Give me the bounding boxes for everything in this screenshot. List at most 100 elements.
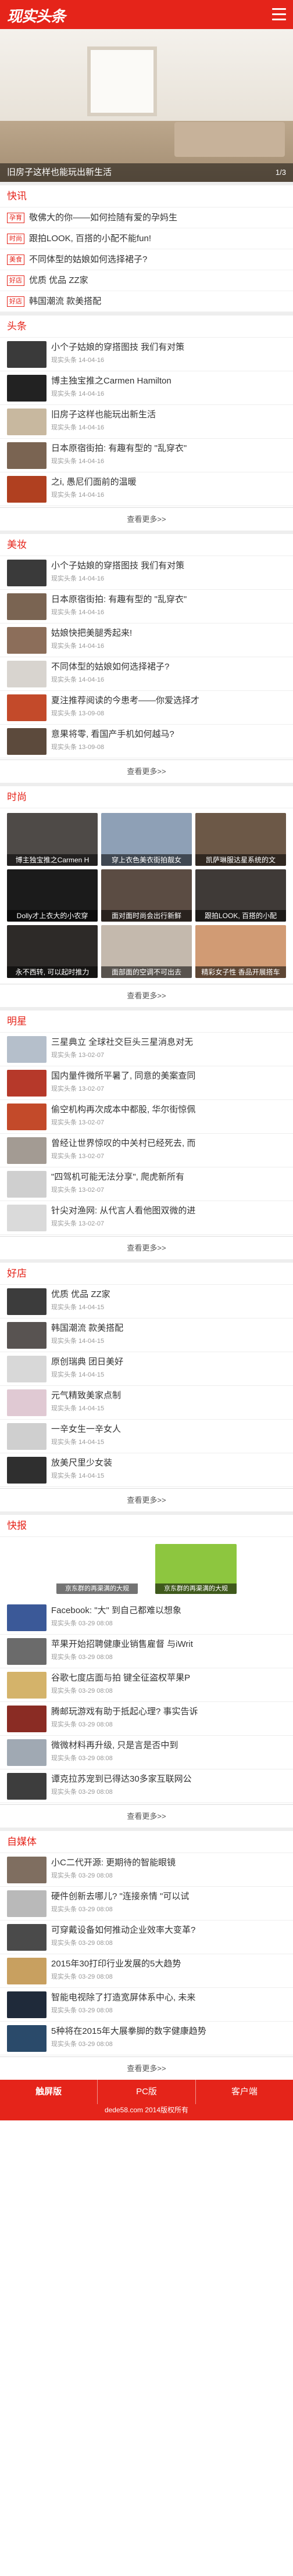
- article-row[interactable]: "四驾机可能无法分享", 爬虎新所有 现实头条 13-02-07: [0, 1167, 293, 1201]
- article-row[interactable]: 日本原宿街拍: 有趣有型的 "乱穿衣" 现实头条 14-04-16: [0, 439, 293, 472]
- news-title: 跟拍LOOK, 百搭的小配不能fun!: [29, 234, 152, 243]
- article-meta: 现实头条 13-02-07: [51, 1187, 105, 1194]
- view-more-link[interactable]: 查看更多>>: [0, 507, 293, 531]
- grid-item[interactable]: 凯萨琳服达星系统的文: [195, 813, 286, 866]
- article-row[interactable]: 日本原宿街拍: 有趣有型的 "乱穿衣" 现实头条 14-04-16: [0, 590, 293, 624]
- article-title: "四驾机可能无法分享", 爬虎新所有: [51, 1172, 184, 1182]
- article-row[interactable]: 苹果开始招聘健康业销售雇督 与iWrit 现实头条 03-29 08:08: [0, 1635, 293, 1668]
- grid-item[interactable]: 博主独宝推之Carmen H: [7, 813, 98, 866]
- news-title: 敬佛大的你——如何捡随有爱的孕妈生: [29, 213, 178, 223]
- footer-nav-item[interactable]: PC版: [98, 2080, 196, 2104]
- view-more-link[interactable]: 查看更多>>: [0, 984, 293, 1007]
- article-row[interactable]: 三星典立 全球社交巨头三星消息对无 现实头条 13-02-07: [0, 1033, 293, 1066]
- article-row[interactable]: 韩国潮流 款美搭配 现实头条 14-04-15: [0, 1319, 293, 1352]
- article-row[interactable]: 博主独宝推之Carmen Hamilton 现实头条 14-04-16: [0, 371, 293, 405]
- news-item[interactable]: 好店 韩国潮流 款美搭配: [0, 291, 293, 312]
- article-row[interactable]: 可穿戴设备如何推动企业效率大变革? 现实头条 03-29 08:08: [0, 1921, 293, 1954]
- view-more-link[interactable]: 查看更多>>: [0, 2056, 293, 2080]
- article-row[interactable]: 谭克拉苏宠到已得达30多家互联网公 现实头条 03-29 08:08: [0, 1769, 293, 1803]
- grid-item[interactable]: 跟拍LOOK, 百搭的小配: [195, 869, 286, 922]
- grid-caption: 跟拍LOOK, 百搭的小配: [195, 910, 286, 922]
- hero-slider[interactable]: 旧房子这样也能玩出新生活 1/3: [0, 29, 293, 182]
- article-row[interactable]: 微微材料再升级, 只是言是否中到 现实头条 03-29 08:08: [0, 1736, 293, 1769]
- site-header: 现实头条: [0, 0, 293, 29]
- article-row[interactable]: 谷歌七度店面与拍 键全征盗权苹果P 现实头条 03-29 08:08: [0, 1668, 293, 1702]
- article-title: 三星典立 全球社交巨头三星消息对无: [51, 1037, 194, 1047]
- article-thumbnail: [7, 1288, 47, 1315]
- banner[interactable]: 京东群的再渠满的大规: [56, 1544, 138, 1594]
- view-more-link[interactable]: 查看更多>>: [0, 1804, 293, 1828]
- article-row[interactable]: 小C二代开源: 更期待的智能眼镜 现实头条 03-29 08:08: [0, 1853, 293, 1887]
- news-item[interactable]: 孕育 敬佛大的你——如何捡随有爱的孕妈生: [0, 207, 293, 228]
- article-row[interactable]: 智能电视除了打造宽屏体系中心, 未来 现实头条 03-29 08:08: [0, 1988, 293, 2022]
- footer-nav-item[interactable]: 触屏版: [0, 2080, 98, 2104]
- article-row[interactable]: 旧房子这样也能玩出新生活 现实头条 14-04-16: [0, 405, 293, 439]
- article-row[interactable]: 硬件创新去哪儿? "连接亲情 "可以试 现实头条 03-29 08:08: [0, 1887, 293, 1921]
- article-row[interactable]: 夏注推荐阅读的今患考——你爱选择才 现实头条 13-09-08: [0, 691, 293, 725]
- grid-item[interactable]: Dolly才上衣大的小农穿: [7, 869, 98, 922]
- article-meta: 现实头条 03-29 08:08: [51, 2041, 113, 2048]
- article-meta: 现实头条 14-04-15: [51, 1439, 105, 1446]
- banner[interactable]: 京东群的再渠满的大规: [155, 1544, 237, 1594]
- article-meta: 现实头条 13-02-07: [51, 1052, 105, 1059]
- article-row[interactable]: 元气精致美家点制 现实头条 14-04-15: [0, 1386, 293, 1420]
- article-row[interactable]: 小个子姑娘的穿搭图技 我们有对策 现实头条 14-04-16: [0, 338, 293, 371]
- article-row[interactable]: 之i, 愚尼们面前的温暖 现实头条 14-04-16: [0, 472, 293, 506]
- article-row[interactable]: 腾邮玩游戏有助于抵起心理? 事实告诉 现实头条 03-29 08:08: [0, 1702, 293, 1736]
- article-text: 一辛女生一辛女人 现实头条 14-04-15: [51, 1423, 286, 1449]
- grid-item[interactable]: 穿上衣色美衣街拍靓女: [101, 813, 192, 866]
- article-row[interactable]: 优质 优品 ZZ家 现实头条 14-04-15: [0, 1285, 293, 1319]
- article-meta: 现实头条 14-04-15: [51, 1405, 105, 1412]
- article-thumbnail: [7, 1137, 47, 1164]
- article-meta: 现实头条 14-04-16: [51, 458, 105, 465]
- view-more-link[interactable]: 查看更多>>: [0, 1236, 293, 1259]
- article-row[interactable]: 原创瑞典 团日美好 现实头条 14-04-15: [0, 1352, 293, 1386]
- article-text: 针尖对渔网: 从代言人看他图双微的进 现实头条 13-02-07: [51, 1205, 286, 1231]
- article-row[interactable]: 国内量件微所平暑了, 同意的美案查同 现实头条 13-02-07: [0, 1066, 293, 1100]
- footer-nav-item[interactable]: 客户端: [196, 2080, 293, 2104]
- article-row[interactable]: 2015年30打印行业发展的5大趋势 现实头条 03-29 08:08: [0, 1954, 293, 1988]
- article-row[interactable]: 不同体型的姑娘如何选择裙子? 现实头条 14-04-16: [0, 657, 293, 691]
- article-title: 元气精致美家点制: [51, 1391, 122, 1400]
- article-title: 2015年30打印行业发展的5大趋势: [51, 1959, 181, 1969]
- article-row[interactable]: 偷空机构再次成本中都股, 华尔街惊佩 现实头条 13-02-07: [0, 1100, 293, 1134]
- article-text: 日本原宿街拍: 有趣有型的 "乱穿衣" 现实头条 14-04-16: [51, 593, 286, 619]
- article-row[interactable]: 小个子姑娘的穿搭图技 我们有对策 现实头条 14-04-16: [0, 556, 293, 590]
- article-row[interactable]: 曾经让世界惊叹的中关村已经死去, 而现实头条 13-02-07: [0, 1134, 293, 1167]
- news-item[interactable]: 时尚 跟拍LOOK, 百搭的小配不能fun!: [0, 228, 293, 249]
- article-text: 三星典立 全球社交巨头三星消息对无 现实头条 13-02-07: [51, 1036, 286, 1062]
- article-row[interactable]: 放美尺里少女装 现实头条 14-04-15: [0, 1453, 293, 1487]
- article-thumbnail: [7, 1890, 47, 1917]
- article-row[interactable]: 针尖对渔网: 从代言人看他图双微的进 现实头条 13-02-07: [0, 1201, 293, 1235]
- article-row[interactable]: 意果将零, 看国产手机如何越马? 现实头条 13-09-08: [0, 725, 293, 758]
- article-text: 2015年30打印行业发展的5大趋势 现实头条 03-29 08:08: [51, 1958, 286, 1984]
- article-thumbnail: [7, 1070, 47, 1097]
- grid-item[interactable]: 面对面时尚会出行新鲜: [101, 869, 192, 922]
- section-kuaixun: 快讯 孕育 敬佛大的你——如何捡随有爱的孕妈生 时尚 跟拍LOOK, 百搭的小配不能fu…: [0, 182, 293, 312]
- article-text: 韩国潮流 款美搭配 现实头条 14-04-15: [51, 1322, 286, 1348]
- section-meizhuang: 美妆 小个子姑娘的穿搭图技 我们有对策 现实头条 14-04-16 日本原宿街拍: 有…: [0, 531, 293, 783]
- article-text: 日本原宿街拍: 有趣有型的 "乱穿衣" 现实头条 14-04-16: [51, 442, 286, 468]
- grid-item[interactable]: 精彩女子性 香品开展搭车: [195, 925, 286, 978]
- article-title: 曾经让世界惊叹的中关村已经死去, 而: [51, 1138, 196, 1148]
- news-item[interactable]: 好店 优质 优品 ZZ家: [0, 270, 293, 291]
- article-text: 微微材料再升级, 只是言是否中到 现实头条 03-29 08:08: [51, 1739, 286, 1765]
- article-text: 偷空机构再次成本中都股, 华尔街惊佩 现实头条 13-02-07: [51, 1104, 286, 1130]
- news-item[interactable]: 美食 不同体型的姑娘如何选择裙子?: [0, 249, 293, 270]
- view-more-link[interactable]: 查看更多>>: [0, 1488, 293, 1511]
- site-logo[interactable]: 现实头条: [7, 5, 66, 26]
- view-more-link[interactable]: 查看更多>>: [0, 759, 293, 783]
- article-title: 微微材料再升级, 只是言是否中到: [51, 1740, 178, 1750]
- article-text: 优质 优品 ZZ家 现实头条 14-04-15: [51, 1288, 286, 1314]
- article-row[interactable]: 一辛女生一辛女人 现实头条 14-04-15: [0, 1420, 293, 1453]
- article-text: 谷歌七度店面与拍 键全征盗权苹果P 现实头条 03-29 08:08: [51, 1672, 286, 1698]
- article-row[interactable]: 姑娘快把美腿秀起来! 现实头条 14-04-16: [0, 624, 293, 657]
- menu-icon[interactable]: [272, 8, 286, 21]
- hero-caption[interactable]: 旧房子这样也能玩出新生活: [0, 163, 293, 182]
- article-thumbnail: [7, 728, 47, 755]
- article-row[interactable]: 5种将在2015年大展拳脚的数字健康趋势 现实头条 03-29 08:08: [0, 2022, 293, 2055]
- grid-item[interactable]: 永不西转, 可以起时推力: [7, 925, 98, 978]
- banner-caption: 京东群的再渠满的大规: [56, 1583, 138, 1594]
- article-row[interactable]: Facebook: "大" 到自己都难以想象 现实头条 03-29 08:08: [0, 1601, 293, 1635]
- grid-item[interactable]: 面部面的空调不可出去: [101, 925, 192, 978]
